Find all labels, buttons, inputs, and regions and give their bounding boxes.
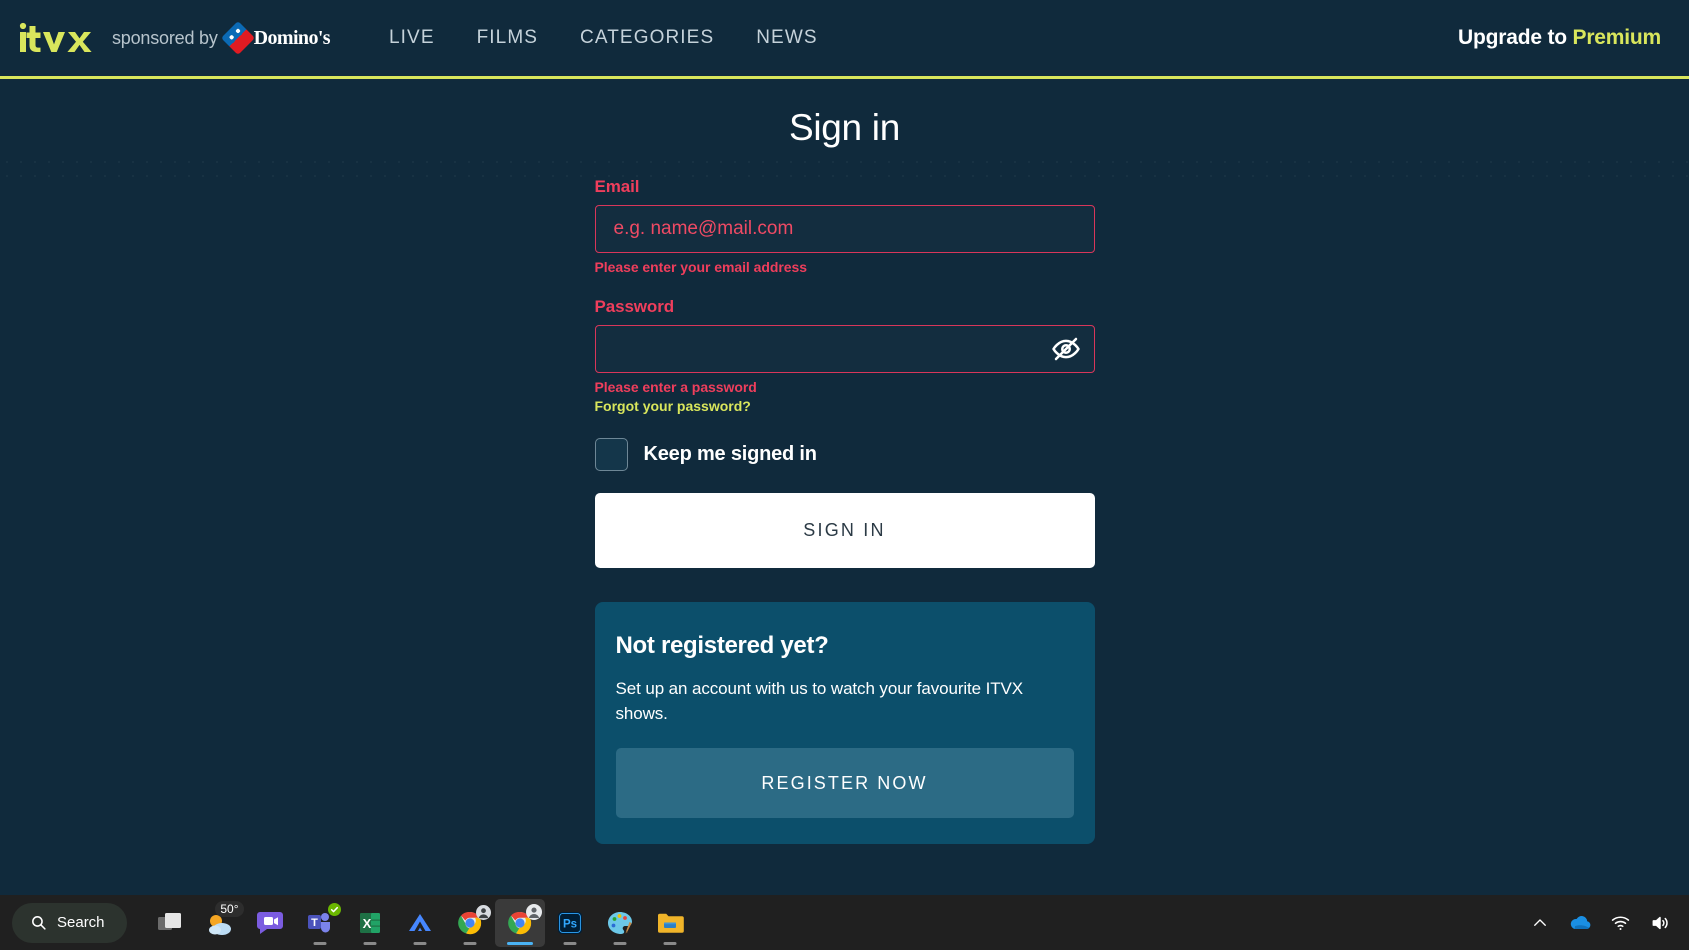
taskbar-google-chrome-2-active[interactable]: [494, 898, 545, 947]
taskbar-task-view-button[interactable]: [145, 899, 195, 947]
photoshop-icon: Ps: [557, 911, 582, 934]
premium-label: Premium: [1572, 26, 1662, 49]
chevron-up-icon: [1534, 918, 1546, 926]
svg-text:X: X: [362, 916, 371, 931]
tray-show-hidden-icons-button[interactable]: [1527, 910, 1553, 936]
wifi-icon: [1611, 915, 1629, 930]
windows-taskbar: Search 50° T X Ps: [0, 895, 1689, 950]
chrome-profile-avatar-icon: [475, 904, 491, 920]
password-field-group: Password Please enter a password Forgot …: [594, 297, 1095, 416]
itvx-logo[interactable]: [16, 18, 94, 58]
taskbar-google-chrome-1[interactable]: [445, 899, 495, 947]
speaker-icon: [1652, 916, 1668, 929]
task-view-icon: [157, 912, 181, 930]
register-now-button[interactable]: REGISTER NOW: [615, 748, 1074, 819]
nav-item-news[interactable]: NEWS: [735, 17, 838, 59]
password-label: Password: [594, 297, 675, 316]
weather-temperature-badge: 50°: [215, 900, 244, 917]
photoshop-running-indicator: [563, 941, 577, 945]
nav-item-live[interactable]: LIVE: [368, 17, 456, 59]
chrome-1-running-indicator: [463, 941, 477, 945]
paint-running-indicator: [613, 941, 627, 945]
dominos-logo: Domino's: [220, 21, 331, 55]
password-error-message: Please enter a password: [594, 379, 757, 395]
toggle-password-visibility-button[interactable]: [1048, 333, 1084, 365]
sponsor-block: sponsored by Domino's: [112, 21, 331, 55]
taskbar-chat-button[interactable]: [245, 899, 295, 947]
signin-form: Sign in Email Please enter your email ad…: [594, 107, 1095, 845]
sponsor-label: sponsored by: [112, 27, 218, 48]
teams-running-indicator: [313, 941, 327, 945]
email-input-shell[interactable]: [594, 205, 1095, 253]
tray-onedrive-button[interactable]: [1567, 910, 1593, 936]
itvx-page: sponsored by Domino's LIVE FILMS CATEGOR…: [0, 0, 1689, 895]
keep-signed-in-label: Keep me signed in: [643, 443, 818, 465]
system-tray: [1527, 910, 1689, 936]
taskbar-search-label: Search: [57, 914, 105, 931]
sign-in-button[interactable]: SIGN IN: [594, 493, 1095, 568]
excel-running-indicator: [363, 941, 377, 945]
email-input[interactable]: [595, 206, 1094, 252]
taskbar-adobe-photoshop[interactable]: Ps: [545, 899, 595, 947]
main-navigation: LIVE FILMS CATEGORIES NEWS: [368, 17, 839, 59]
taskbar-search-button[interactable]: Search: [12, 902, 127, 943]
teams-available-badge-icon: [327, 902, 341, 916]
cloud-icon: [1570, 915, 1591, 929]
file-explorer-running-indicator: [663, 941, 677, 945]
eye-off-icon: [1051, 337, 1080, 361]
taskbar-file-explorer[interactable]: [645, 899, 695, 947]
nordvpn-icon: [408, 913, 431, 931]
email-error-message: Please enter your email address: [594, 259, 808, 275]
chrome-2-active-indicator: [506, 941, 533, 945]
nav-item-films[interactable]: FILMS: [456, 17, 559, 59]
keep-signed-in-row[interactable]: Keep me signed in: [594, 438, 1095, 471]
header-right: Upgrade to Premium: [1458, 26, 1671, 50]
svg-text:Ps: Ps: [562, 918, 576, 930]
keep-signed-in-checkbox[interactable]: [594, 438, 628, 471]
forgot-password-link[interactable]: Forgot your password?: [595, 398, 751, 414]
chat-video-icon: [256, 911, 283, 934]
paint-palette-icon: [607, 911, 632, 934]
email-label: Email: [594, 177, 640, 196]
register-card-title: Not registered yet?: [615, 632, 829, 659]
password-input-shell[interactable]: [594, 325, 1095, 373]
excel-icon: X: [359, 912, 380, 933]
search-icon: [32, 916, 46, 930]
nav-item-categories[interactable]: CATEGORIES: [559, 17, 735, 59]
page-title: Sign in: [788, 107, 901, 148]
upgrade-prefix-label: Upgrade to: [1458, 26, 1573, 49]
register-card-description: Set up an account with us to watch your …: [615, 679, 1024, 723]
tray-network-button[interactable]: [1607, 910, 1633, 936]
taskbar-microsoft-teams[interactable]: T: [295, 899, 345, 947]
svg-text:T: T: [311, 917, 318, 929]
main-content: Sign in Email Please enter your email ad…: [0, 79, 1689, 845]
taskbar-paint[interactable]: [595, 899, 645, 947]
folder-icon: [657, 913, 684, 933]
taskbar-nordvpn[interactable]: [395, 899, 445, 947]
upgrade-to-premium-link[interactable]: Upgrade to Premium: [1458, 26, 1661, 50]
taskbar-app-area: Search 50° T X Ps: [0, 898, 695, 947]
taskbar-microsoft-excel[interactable]: X: [345, 899, 395, 947]
email-field-group: Email Please enter your email address: [594, 177, 1095, 275]
register-card: Not registered yet? Set up an account wi…: [594, 602, 1095, 845]
password-input[interactable]: [595, 326, 1094, 372]
dominos-tile-icon: [220, 21, 255, 55]
chrome-profile-avatar-icon: [525, 903, 542, 920]
tray-volume-button[interactable]: [1647, 910, 1673, 936]
nordvpn-running-indicator: [413, 941, 427, 945]
taskbar-weather-widget[interactable]: 50°: [195, 899, 245, 947]
dominos-wordmark: Domino's: [253, 26, 331, 49]
site-header: sponsored by Domino's LIVE FILMS CATEGOR…: [0, 0, 1689, 79]
